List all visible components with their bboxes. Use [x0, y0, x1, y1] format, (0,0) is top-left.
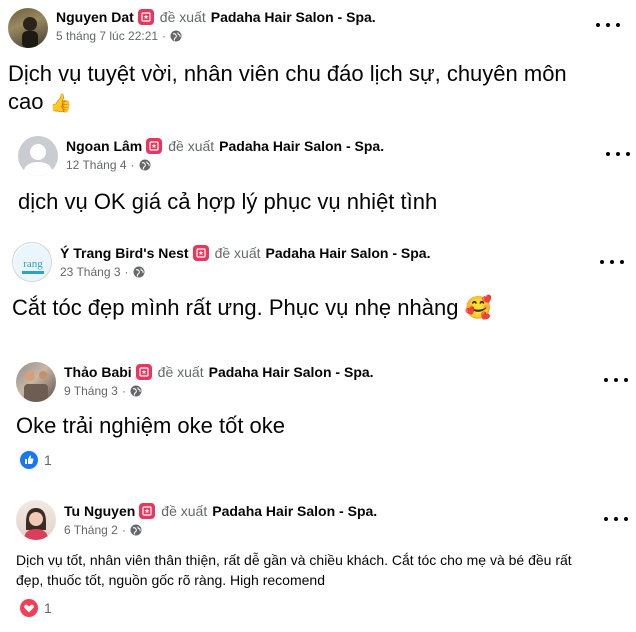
- thumbs-up-emoji: 👍: [49, 93, 73, 113]
- reaction-summary[interactable]: 1: [20, 599, 52, 617]
- globe-icon: [130, 385, 142, 397]
- recommend-verb: đề xuất: [159, 9, 206, 25]
- reaction-count: 1: [44, 452, 52, 468]
- love-icon: [20, 599, 38, 617]
- post-date[interactable]: 5 tháng 7 lúc 22:21: [56, 29, 158, 43]
- page-name-link[interactable]: Padaha Hair Salon - Spa: [209, 364, 370, 380]
- post-date[interactable]: 23 Tháng 3: [60, 265, 121, 279]
- recommend-verb: đề xuất: [157, 364, 204, 380]
- review-card: Ngoan Lâm đề xuất Padaha Hair Salon - Sp…: [0, 128, 636, 228]
- recommend-verb: đề xuất: [161, 503, 208, 519]
- recommend-icon: [137, 9, 154, 25]
- period: .: [373, 503, 378, 519]
- review-text: Dịch vụ tuyệt vời, nhân viên chu đáo lịc…: [8, 61, 567, 114]
- review-text: Cắt tóc đẹp mình rất ưng. Phục vụ nhẹ nh…: [12, 295, 492, 320]
- more-options-button[interactable]: [596, 18, 620, 32]
- review-text: Dịch vụ tốt, nhân viên thân thiện, rất d…: [16, 552, 572, 588]
- author-name[interactable]: Ngoan Lâm: [66, 138, 142, 154]
- recommend-icon: [146, 138, 163, 154]
- review-text: Oke trải nghiệm oke tốt oke: [16, 413, 286, 438]
- recommend-icon: [135, 364, 152, 380]
- author-name[interactable]: Ý Trang Bird's Nest: [60, 245, 189, 261]
- avatar[interactable]: [8, 8, 48, 48]
- separator-dot: ·: [162, 29, 167, 43]
- more-options-button[interactable]: [606, 147, 630, 161]
- more-options-button[interactable]: [604, 373, 628, 387]
- separator-dot: ·: [124, 265, 129, 279]
- page-name-link[interactable]: Padaha Hair Salon - Spa: [212, 503, 373, 519]
- smiling-hearts-emoji: 🥰: [464, 295, 492, 320]
- post-date[interactable]: 12 Tháng 4: [66, 158, 127, 172]
- post-date[interactable]: 9 Tháng 3: [64, 384, 118, 398]
- globe-icon: [133, 266, 144, 278]
- reaction-summary[interactable]: 1: [20, 451, 52, 469]
- globe-icon: [170, 30, 182, 42]
- separator-dot: ·: [130, 158, 135, 172]
- avatar[interactable]: [16, 500, 56, 540]
- avatar[interactable]: [16, 362, 56, 402]
- post-date[interactable]: 6 Tháng 2: [64, 523, 118, 537]
- review-card: rang Ý Trang Bird's Nest đề xuất Padaha …: [0, 236, 636, 336]
- page-name-link[interactable]: Padaha Hair Salon - Spa: [211, 9, 372, 25]
- review-card: Tu Nguyen đề xuất Padaha Hair Salon - Sp…: [0, 494, 636, 632]
- recommend-verb: đề xuất: [168, 138, 215, 154]
- like-icon: [20, 451, 38, 469]
- reaction-count: 1: [44, 600, 52, 616]
- period: .: [426, 245, 431, 261]
- separator-dot: ·: [121, 523, 126, 537]
- avatar[interactable]: rang: [12, 242, 52, 282]
- avatar-logo-text: rang: [23, 258, 43, 270]
- globe-icon: [130, 524, 142, 536]
- more-options-button[interactable]: [600, 255, 624, 269]
- review-text: dịch vụ OK giá cả hợp lý phục vụ nhiệt t…: [18, 189, 438, 214]
- review-card: Nguyen Dat đề xuất Padaha Hair Salon - S…: [0, 0, 636, 120]
- globe-icon: [139, 159, 150, 171]
- recommend-verb: đề xuất: [214, 245, 261, 261]
- separator-dot: ·: [121, 384, 126, 398]
- recommend-icon: [139, 503, 156, 519]
- author-name[interactable]: Tu Nguyen: [64, 503, 135, 519]
- author-name[interactable]: Thảo Babi: [64, 364, 132, 380]
- period: .: [371, 9, 376, 25]
- author-name[interactable]: Nguyen Dat: [56, 9, 134, 25]
- page-name-link[interactable]: Padaha Hair Salon - Spa: [219, 138, 380, 154]
- review-card: Thảo Babi đề xuất Padaha Hair Salon - Sp…: [0, 354, 636, 484]
- more-options-button[interactable]: [604, 512, 628, 526]
- page-name-link[interactable]: Padaha Hair Salon - Spa: [266, 245, 427, 261]
- period: .: [380, 138, 385, 154]
- recommend-icon: [192, 245, 209, 261]
- avatar[interactable]: [18, 136, 58, 176]
- period: .: [369, 364, 374, 380]
